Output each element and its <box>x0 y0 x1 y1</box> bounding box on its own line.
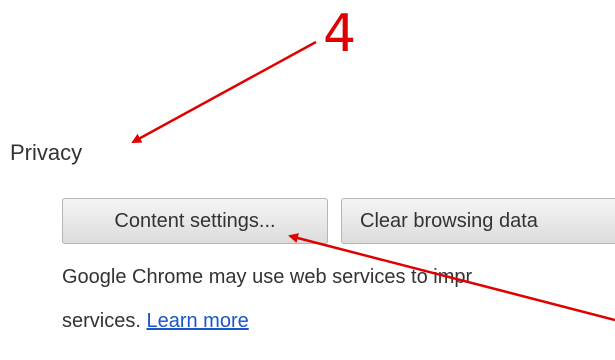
learn-more-link[interactable]: Learn more <box>146 310 248 332</box>
annotation-arrow-to-privacy <box>131 40 317 144</box>
privacy-description-line-2: services. Learn more <box>62 299 615 343</box>
privacy-description: Google Chrome may use web services to im… <box>62 255 615 343</box>
privacy-description-line-1: Google Chrome may use web services to im… <box>62 266 473 288</box>
clear-browsing-data-button[interactable]: Clear browsing data <box>341 198 615 244</box>
privacy-section-title: Privacy <box>10 140 83 165</box>
annotation-step-number: 4 <box>323 4 357 64</box>
privacy-description-services-text: services. <box>62 310 141 332</box>
content-settings-button[interactable]: Content settings... <box>62 198 328 244</box>
